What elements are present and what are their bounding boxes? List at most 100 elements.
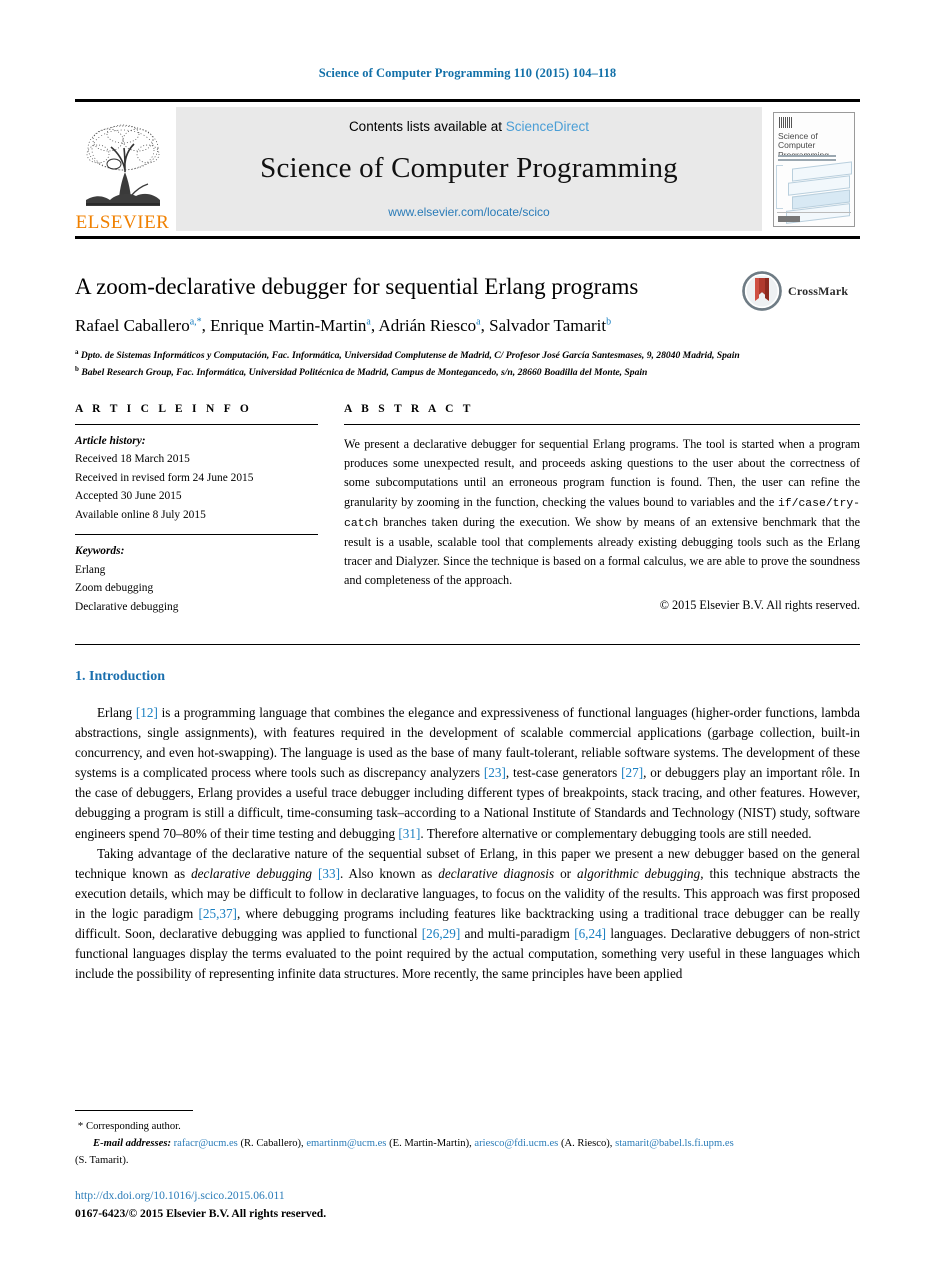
author-entry: Salvador Tamaritb: [489, 316, 611, 335]
footnote-emails: E-mail addresses: rafacr@ucm.es (R. Caba…: [75, 1136, 860, 1153]
cover-title-line1: Science of Computer: [778, 130, 818, 151]
crossmark-label: CrossMark: [788, 283, 849, 298]
abstract-part-2: branches taken during the execution. We …: [344, 514, 860, 588]
keyword-item: Erlang: [75, 563, 106, 576]
author-name: Rafael Caballero: [75, 315, 190, 335]
footnote-email-tail: (S. Tamarit).: [75, 1155, 129, 1167]
citation-ref[interactable]: [25,37]: [198, 906, 236, 921]
contents-list-line: Contents lists available at ScienceDirec…: [349, 119, 589, 134]
footnote-block: * Corresponding author. E-mail addresses…: [75, 1110, 860, 1170]
email-link[interactable]: stamarit@babel.ls.fi.upm.es: [615, 1138, 734, 1149]
section-heading-introduction: 1. Introduction: [75, 669, 165, 685]
p2-italic-1: declarative debugging: [191, 865, 313, 881]
doi-link[interactable]: http://dx.doi.org/10.1016/j.scico.2015.0…: [75, 1187, 326, 1204]
author-marks: b: [606, 315, 612, 327]
keyword-item: Declarative debugging: [75, 600, 179, 613]
crossmark-icon: [742, 271, 782, 311]
journal-cover-block: Science of Computer Programming: [768, 102, 860, 236]
citation-ref[interactable]: [6,24]: [574, 926, 606, 941]
elsevier-tree-icon: [85, 124, 160, 206]
cover-barcode-icon: [779, 116, 792, 128]
footer-doi-block: http://dx.doi.org/10.1016/j.scico.2015.0…: [75, 1187, 326, 1222]
affiliation-item: a Dpto. de Sistemas Informáticos y Compu…: [75, 347, 860, 364]
crossmark-badge[interactable]: CrossMark: [742, 269, 860, 313]
history-item: Received 18 March 2015: [75, 453, 190, 466]
elsevier-wordmark: ELSEVIER: [75, 212, 170, 233]
author-entry: Adrián Riescoa: [378, 316, 480, 335]
cover-divider: [777, 211, 851, 213]
asterisk-icon: *: [75, 1120, 86, 1133]
affiliation-mark: b: [75, 364, 79, 373]
footnote-rule: [75, 1110, 193, 1112]
author-list: Rafael Caballeroa,*, Enrique Martin-Mart…: [75, 315, 612, 335]
email-owner: (A. Riesco),: [558, 1138, 616, 1150]
p2-text-3: . Also known as: [340, 865, 439, 881]
email-owner: (E. Martin-Martin),: [386, 1138, 475, 1150]
elsevier-logo: ELSEVIER: [75, 102, 170, 236]
running-head: Science of Computer Programming 110 (201…: [318, 66, 617, 80]
author-entry: Rafael Caballeroa,*: [75, 316, 202, 335]
sciencedirect-link[interactable]: ScienceDirect: [506, 119, 589, 134]
paragraph-intro-1: Erlang [12] is a programming language th…: [75, 703, 860, 843]
p1-text-3: , test-case generators: [505, 765, 622, 781]
affiliation-mark: a: [75, 347, 79, 356]
journal-cover-thumbnail: Science of Computer Programming: [773, 111, 855, 227]
cover-footer-mark: [778, 215, 800, 222]
history-item: Received in revised form 24 June 2015: [75, 471, 254, 484]
citation-ref[interactable]: [23]: [484, 765, 506, 780]
email-addresses-label: E-mail addresses:: [93, 1138, 171, 1150]
citation-ref[interactable]: [12]: [136, 705, 158, 720]
author-marks: a: [366, 315, 371, 327]
abstract-text: We present a declarative debugger for se…: [344, 425, 860, 591]
article-page: Science of Computer Programming 110 (201…: [0, 0, 935, 1266]
keywords-block: Keywords: Erlang Zoom debugging Declarat…: [75, 535, 318, 620]
footnote-corresponding-text: Corresponding author.: [86, 1121, 181, 1133]
p1-text-1: Erlang: [97, 705, 136, 721]
affiliation-list: a Dpto. de Sistemas Informáticos y Compu…: [75, 347, 860, 381]
abstract-column: A B S T R A C T We present a declarative…: [344, 403, 860, 620]
cover-spine-shape: [776, 164, 783, 209]
info-abstract-row: A R T I C L E I N F O Article history: R…: [75, 403, 860, 620]
email-link[interactable]: emartinm@ucm.es: [306, 1138, 386, 1149]
citation-ref[interactable]: [27]: [621, 765, 643, 780]
abstract-heading: A B S T R A C T: [344, 402, 474, 415]
body-separator-rule: [75, 644, 860, 646]
cover-subtitle-lines: [778, 154, 836, 161]
author-marks: a,*: [189, 315, 202, 327]
affiliation-text: Dpto. de Sistemas Informáticos y Computa…: [80, 350, 740, 362]
title-block: CrossMark A zoom-declarative debugger fo…: [75, 271, 860, 381]
article-info-column: A R T I C L E I N F O Article history: R…: [75, 403, 318, 620]
p1-text-5: . Therefore alternative or complementary…: [420, 825, 812, 841]
p2-text-7: and multi-paradigm: [460, 925, 575, 941]
history-item: Accepted 30 June 2015: [75, 490, 182, 503]
keyword-item: Zoom debugging: [75, 582, 154, 595]
abstract-copyright: © 2015 Elsevier B.V. All rights reserved…: [659, 597, 860, 612]
journal-title: Science of Computer Programming: [260, 152, 678, 184]
p2-italic-2: declarative diagnosis: [438, 865, 555, 881]
journal-url-link[interactable]: www.elsevier.com/locate/scico: [388, 205, 549, 219]
email-owner: (R. Caballero),: [237, 1138, 307, 1150]
author-marks: a: [476, 315, 481, 327]
journal-masthead: ELSEVIER Contents lists available at Sci…: [75, 99, 860, 239]
p2-text-4: or: [554, 865, 578, 881]
paragraph-intro-2: Taking advantage of the declarative natu…: [75, 844, 860, 984]
issn-copyright-line: 0167-6423/© 2015 Elsevier B.V. All right…: [75, 1206, 327, 1220]
history-item: Available online 8 July 2015: [75, 508, 206, 521]
contents-prefix: Contents lists available at: [348, 119, 506, 134]
footnote-corresponding-author: * Corresponding author.: [75, 1118, 860, 1136]
citation-ref[interactable]: [31]: [398, 826, 420, 841]
keywords-label: Keywords:: [75, 545, 125, 558]
masthead-center: Contents lists available at ScienceDirec…: [176, 107, 762, 231]
article-info-heading: A R T I C L E I N F O: [75, 402, 253, 415]
p2-italic-3: algorithmic debugging: [577, 865, 701, 881]
affiliation-item: b Babel Research Group, Fac. Informática…: [75, 364, 860, 381]
email-link[interactable]: ariesco@fdi.ucm.es: [474, 1138, 558, 1149]
article-history-block: Article history: Received 18 March 2015 …: [75, 425, 318, 534]
affiliation-text: Babel Research Group, Fac. Informática, …: [81, 367, 648, 379]
author-name: Adrián Riesco: [378, 315, 477, 335]
article-history-label: Article history:: [75, 434, 146, 447]
author-name: Salvador Tamarit: [489, 315, 607, 335]
citation-ref[interactable]: [33]: [318, 866, 340, 881]
email-link[interactable]: rafacr@ucm.es: [174, 1138, 238, 1149]
citation-ref[interactable]: [26,29]: [422, 926, 460, 941]
